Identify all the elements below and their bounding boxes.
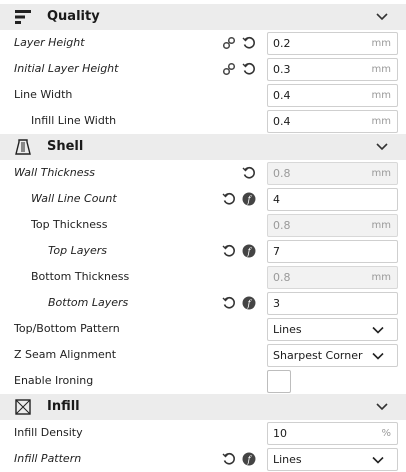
line-width-field[interactable]: 0.4 mm [267,84,398,107]
field-value: 0.4 [273,89,291,102]
infill-pattern-dropdown[interactable]: Lines [267,448,398,471]
setting-label: Layer Height [14,36,85,49]
setting-label: Bottom Layers [48,296,129,309]
setting-row-infill-pattern: Infill Pattern f Lines [0,446,406,472]
reset-icon[interactable] [222,296,236,310]
reset-icon[interactable] [242,62,256,76]
field-value: 0.8 [273,271,291,284]
setting-label: Top Thickness [31,218,108,231]
setting-row-top-bottom-pattern: Top/Bottom Pattern Lines [0,316,406,342]
dropdown-value: Lines [273,453,302,466]
setting-label: Initial Layer Height [14,62,119,75]
section-title-infill: Infill [47,399,80,414]
section-header-shell[interactable]: Shell [0,134,406,160]
reset-icon[interactable] [242,36,256,50]
setting-label: Wall Thickness [14,166,95,179]
reset-icon[interactable] [242,166,256,180]
setting-label: Infill Density [14,426,83,439]
field-value: 10 [273,427,287,440]
top-bottom-pattern-dropdown[interactable]: Lines [267,318,398,341]
field-unit: mm [371,64,391,75]
section-title-quality: Quality [47,9,100,24]
link-icon[interactable] [222,62,236,76]
function-icon[interactable]: f [242,296,256,310]
initial-layer-height-field[interactable]: 0.3 mm [267,58,398,81]
field-unit: mm [371,116,391,127]
setting-row-infill-line-width: Infill Line Width 0.4 mm [0,108,406,134]
setting-label: Infill Line Width [31,114,117,127]
setting-label: Wall Line Count [31,192,117,205]
setting-row-bottom-layers: Bottom Layers f 3 [0,290,406,316]
chevron-down-icon [372,352,384,360]
chevron-down-icon[interactable] [376,12,388,22]
field-value: 0.2 [273,37,291,50]
dropdown-value: Lines [273,323,302,336]
infill-icon [15,399,31,415]
function-icon[interactable]: f [242,192,256,206]
setting-row-bottom-thickness: Bottom Thickness 0.8 mm [0,264,406,290]
top-layers-field[interactable]: 7 [267,240,398,263]
enable-ironing-checkbox[interactable] [267,370,291,393]
section-title-shell: Shell [47,139,84,154]
setting-label: Z Seam Alignment [14,348,117,361]
bottom-thickness-field[interactable]: 0.8 mm [267,266,398,289]
field-unit: mm [371,220,391,231]
setting-label: Bottom Thickness [31,270,130,283]
function-icon[interactable]: f [242,244,256,258]
top-thickness-field[interactable]: 0.8 mm [267,214,398,237]
layer-height-field[interactable]: 0.2 mm [267,32,398,55]
quality-icon [15,10,31,24]
setting-row-z-seam-alignment: Z Seam Alignment Sharpest Corner [0,342,406,368]
wall-thickness-field[interactable]: 0.8 mm [267,162,398,185]
shell-icon [15,139,31,155]
infill-density-field[interactable]: 10 % [267,422,398,445]
link-icon[interactable] [222,36,236,50]
setting-row-layer-height: Layer Height 0.2 mm [0,30,406,56]
section-header-infill[interactable]: Infill [0,394,406,420]
field-value: 0.3 [273,63,291,76]
chevron-down-icon[interactable] [376,402,388,412]
reset-icon[interactable] [222,244,236,258]
chevron-down-icon [372,326,384,334]
setting-label: Enable Ironing [14,374,94,387]
setting-row-wall-line-count: Wall Line Count f 4 [0,186,406,212]
field-unit: mm [371,168,391,179]
setting-row-infill-density: Infill Density 10 % [0,420,406,446]
field-value: 0.8 [273,167,291,180]
chevron-down-icon [372,456,384,464]
setting-row-initial-layer-height: Initial Layer Height 0.3 mm [0,56,406,82]
reset-icon[interactable] [222,452,236,466]
bottom-layers-field[interactable]: 3 [267,292,398,315]
field-value: 4 [273,193,280,206]
reset-icon[interactable] [222,192,236,206]
setting-row-line-width: Line Width 0.4 mm [0,82,406,108]
setting-label: Infill Pattern [14,452,82,465]
field-unit: mm [371,38,391,49]
infill-line-width-field[interactable]: 0.4 mm [267,110,398,133]
field-unit: % [381,428,391,439]
wall-line-count-field[interactable]: 4 [267,188,398,211]
setting-label: Line Width [14,88,73,101]
field-unit: mm [371,90,391,101]
setting-label: Top Layers [48,244,107,257]
setting-row-enable-ironing: Enable Ironing [0,368,406,394]
field-value: 0.8 [273,219,291,232]
field-value: 0.4 [273,115,291,128]
chevron-down-icon[interactable] [376,142,388,152]
section-header-quality[interactable]: Quality [0,4,406,30]
setting-row-wall-thickness: Wall Thickness 0.8 mm [0,160,406,186]
dropdown-value: Sharpest Corner [273,349,363,362]
field-value: 3 [273,297,280,310]
setting-label: Top/Bottom Pattern [14,322,120,335]
function-icon[interactable]: f [242,452,256,466]
field-unit: mm [371,272,391,283]
z-seam-alignment-dropdown[interactable]: Sharpest Corner [267,344,398,367]
setting-row-top-layers: Top Layers f 7 [0,238,406,264]
field-value: 7 [273,245,280,258]
setting-row-top-thickness: Top Thickness 0.8 mm [0,212,406,238]
